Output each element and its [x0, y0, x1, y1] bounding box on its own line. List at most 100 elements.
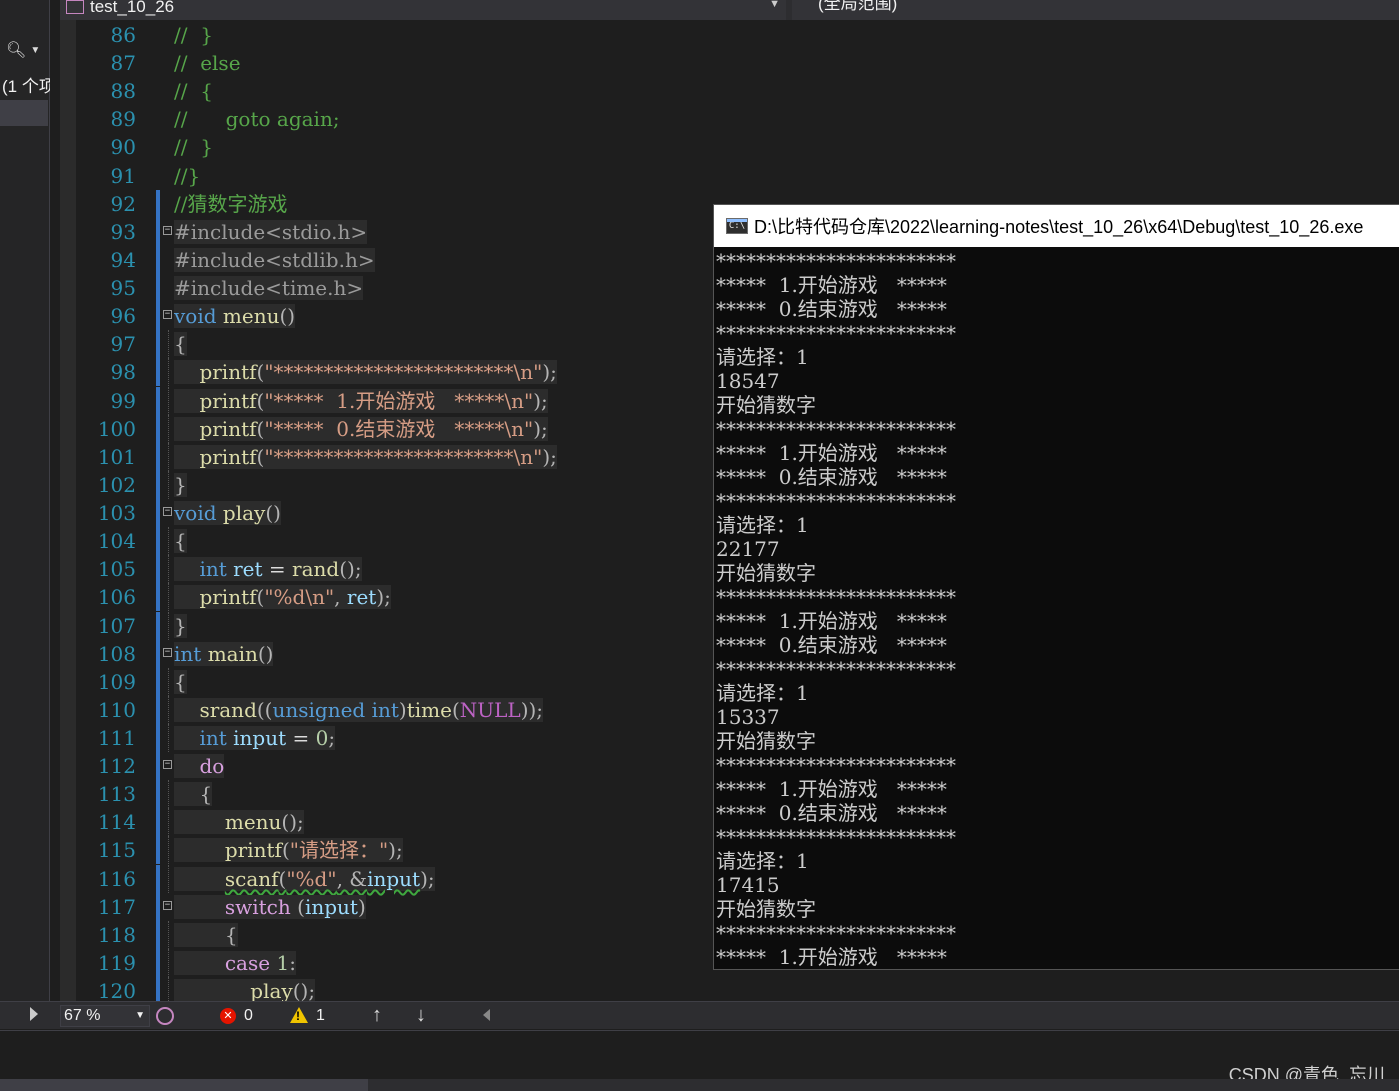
code-text: void play(): [174, 499, 281, 527]
indent-guide: [168, 836, 169, 864]
console-title: D:\比特代码仓库\2022\learning-notes\test_10_26…: [754, 217, 1364, 237]
line-number: 86: [110, 23, 136, 47]
console-window[interactable]: C:\ D:\比特代码仓库\2022\learning-notes\test_1…: [713, 204, 1399, 970]
fold-toggle-icon[interactable]: −: [163, 760, 172, 769]
indent-guide: [168, 583, 169, 611]
code-line[interactable]: 91 //}: [60, 162, 1399, 190]
fold-toggle-icon[interactable]: −: [163, 507, 172, 516]
line-number: 90: [110, 135, 136, 159]
arrow-up-icon[interactable]: ↑: [372, 1004, 382, 1027]
line-number: 114: [97, 810, 136, 834]
fold-toggle-icon[interactable]: −: [163, 901, 172, 910]
code-line[interactable]: 90 // }: [60, 133, 1399, 161]
console-line: 开始猜数字: [716, 729, 816, 753]
code-token: srand: [199, 698, 257, 722]
indent-guide: [168, 696, 169, 724]
code-token: #include<stdio.h>: [174, 220, 368, 244]
code-token: {: [174, 670, 187, 694]
line-number: 100: [97, 417, 136, 441]
code-token: 0: [315, 726, 329, 750]
indent-guide: [168, 471, 169, 499]
code-token: ;: [328, 726, 336, 750]
console-line: 请选择：1: [716, 681, 809, 705]
change-marker: [156, 893, 160, 921]
code-token: case: [224, 951, 271, 975]
bottom-tab[interactable]: [0, 1079, 368, 1091]
project-icon: [66, 0, 84, 14]
horizontal-scrollbar[interactable]: [500, 1006, 1399, 1026]
code-token: (: [281, 838, 290, 862]
code-token: // goto again;: [174, 107, 340, 131]
console-line: 开始猜数字: [716, 393, 816, 417]
code-token: (: [451, 698, 460, 722]
code-token: );: [533, 417, 548, 441]
code-health-icon[interactable]: [156, 1007, 174, 1025]
code-line[interactable]: 89 // goto again;: [60, 105, 1399, 133]
arrow-down-icon[interactable]: ↓: [416, 1004, 426, 1027]
line-number: 117: [97, 895, 136, 919]
code-line[interactable]: 88 // {: [60, 77, 1399, 105]
change-marker: [156, 527, 160, 555]
code-text: menu();: [174, 808, 304, 836]
console-line: ************************: [716, 321, 956, 345]
warning-icon[interactable]: !: [290, 1007, 308, 1023]
line-number: 120: [97, 979, 136, 1001]
change-marker: [156, 274, 160, 302]
code-token: printf: [199, 585, 257, 609]
console-line: ************************: [716, 489, 956, 513]
code-token: input: [304, 895, 358, 919]
scroll-left-icon[interactable]: [483, 1009, 490, 1021]
console-title-bar[interactable]: C:\ D:\比特代码仓库\2022\learning-notes\test_1…: [714, 205, 1399, 247]
change-marker: [156, 949, 160, 977]
code-text: printf("请选择：");: [174, 836, 403, 864]
error-count[interactable]: 0: [244, 1007, 253, 1025]
code-token: );: [542, 445, 557, 469]
fold-toggle-icon[interactable]: −: [163, 310, 172, 319]
code-text: #include<stdio.h>: [174, 218, 368, 246]
indent-guide: [168, 527, 169, 555]
search-button[interactable]: 🔍︎ ▼: [2, 36, 48, 64]
line-number: 105: [97, 557, 136, 581]
expand-arrow-icon[interactable]: [30, 1007, 38, 1021]
project-dropdown[interactable]: test_10_26 ▼: [60, 0, 786, 20]
chevron-down-icon: ▼: [30, 44, 41, 56]
selected-tree-item[interactable]: [0, 100, 48, 126]
code-text: switch (input): [174, 893, 366, 921]
code-token: unsigned int: [272, 698, 399, 722]
code-text: {: [174, 527, 187, 555]
zoom-dropdown[interactable]: 67 % ▼: [60, 1005, 150, 1027]
code-token: (): [265, 501, 281, 525]
warning-count[interactable]: 1: [316, 1007, 325, 1025]
code-token: ();: [292, 979, 316, 1001]
code-line[interactable]: 120 play();: [60, 977, 1399, 1001]
code-token: ): [398, 698, 407, 722]
code-token: // }: [174, 23, 213, 47]
indent-guide: [168, 415, 169, 443]
line-number: 118: [97, 923, 136, 947]
code-token: printf: [199, 360, 257, 384]
change-marker: [156, 724, 160, 752]
code-token: menu: [224, 810, 282, 834]
indent-guide: [168, 443, 169, 471]
line-number: 88: [110, 79, 136, 103]
code-line[interactable]: 87 // else: [60, 49, 1399, 77]
solution-explorer-panel: 🔍︎ ▼ (1 个项: [0, 0, 50, 1001]
scope-dropdown[interactable]: (全局范围): [792, 0, 1399, 20]
line-number: 115: [97, 838, 136, 862]
editor-status-bar: 67 % ▼ ✕ 0 ! 1 ↑ ↓: [0, 1001, 1399, 1029]
code-token: "%d\n": [264, 585, 335, 609]
line-number: 112: [97, 754, 136, 778]
fold-toggle-icon[interactable]: −: [163, 648, 172, 657]
code-token: , &: [336, 867, 368, 891]
change-marker: [156, 808, 160, 836]
error-icon[interactable]: ✕: [220, 1008, 236, 1024]
code-line[interactable]: 86 // }: [60, 21, 1399, 49]
fold-toggle-icon[interactable]: −: [163, 226, 172, 235]
code-token: menu: [222, 304, 280, 328]
code-text: do: [174, 752, 225, 780]
code-token: "%d": [286, 867, 337, 891]
change-marker: [156, 190, 160, 218]
